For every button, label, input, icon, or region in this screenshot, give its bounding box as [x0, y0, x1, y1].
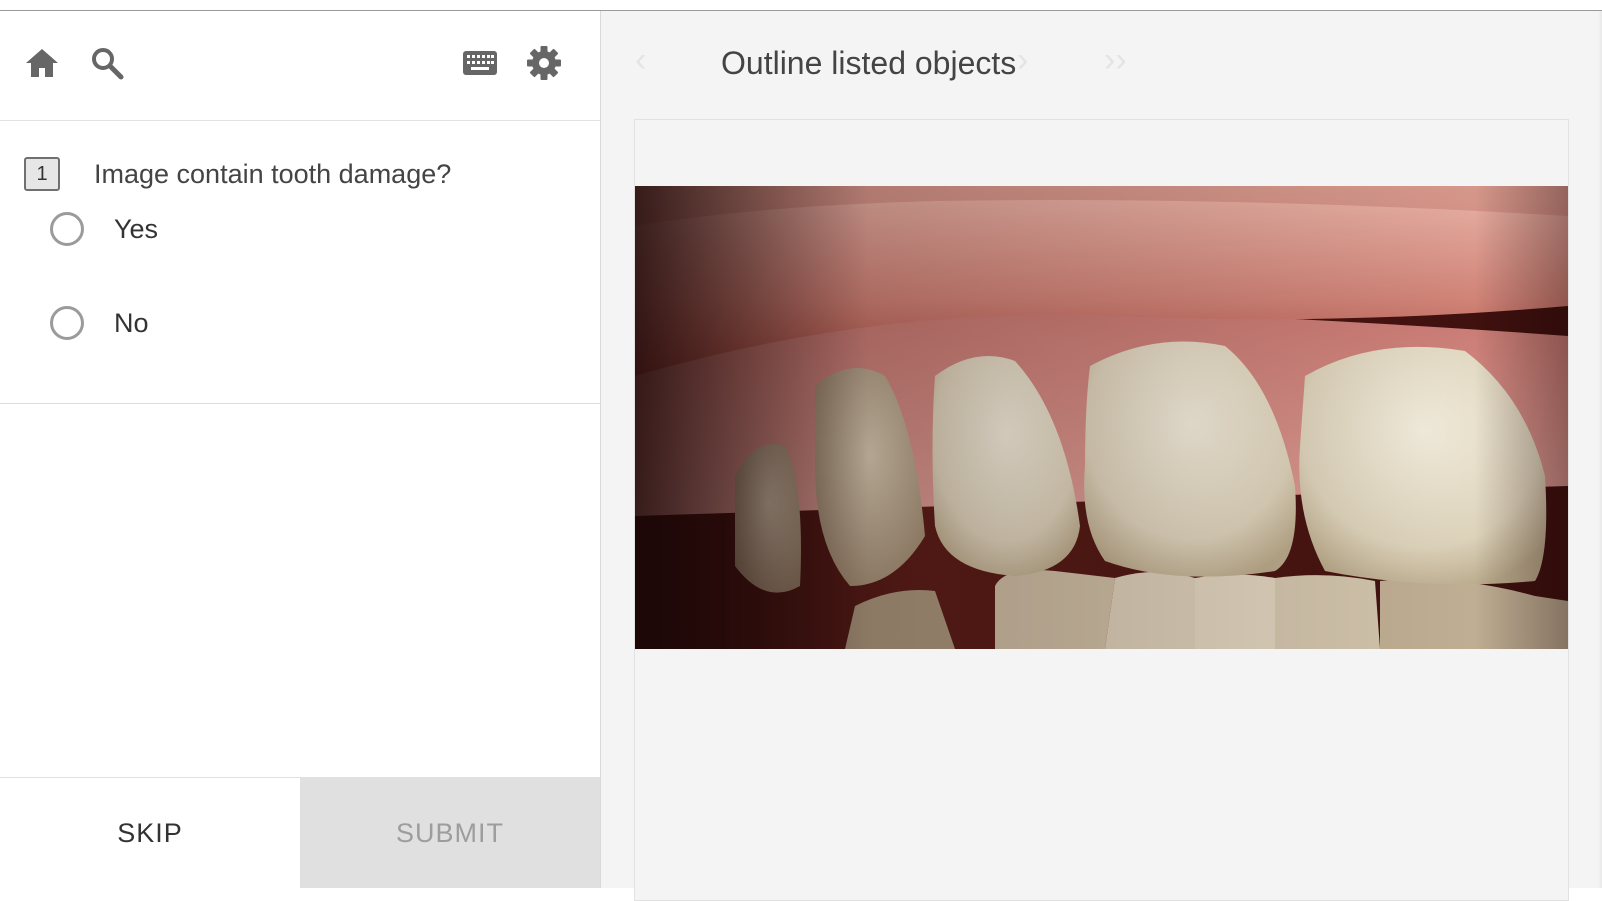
option-yes[interactable]: Yes — [50, 208, 158, 250]
question-number: 1 — [24, 157, 60, 191]
skip-button[interactable]: SKIP — [0, 778, 300, 888]
option-label: Yes — [114, 213, 159, 244]
home-icon[interactable] — [22, 43, 62, 83]
option-no[interactable]: No — [50, 302, 149, 344]
radio-no[interactable] — [50, 306, 84, 340]
toolbar — [0, 11, 600, 121]
search-icon[interactable] — [87, 43, 127, 83]
last-chevron-icon[interactable]: ›› — [1104, 41, 1127, 80]
question-block: 1 Image contain tooth damage? Yes No — [0, 121, 600, 404]
question-panel: 1 Image contain tooth damage? Yes No SKI… — [0, 11, 601, 888]
task-header: ‹ Outline listed objects › ›› — [601, 11, 1602, 117]
prev-chevron-icon[interactable]: ‹ — [635, 41, 646, 80]
gear-icon[interactable] — [524, 43, 564, 83]
keyboard-icon[interactable] — [460, 43, 500, 83]
scroll-edge — [1598, 11, 1602, 888]
action-bar: SKIP SUBMIT — [0, 777, 600, 888]
option-label: No — [114, 307, 149, 338]
annotation-canvas[interactable] — [634, 119, 1569, 901]
submit-button[interactable]: SUBMIT — [300, 778, 600, 888]
window-top-edge — [0, 0, 1602, 11]
next-chevron-icon[interactable]: › — [1017, 41, 1028, 80]
radio-yes[interactable] — [50, 212, 84, 246]
annotation-panel: ‹ Outline listed objects › ›› — [601, 11, 1602, 901]
question-text: Image contain tooth damage? — [94, 159, 452, 189]
teeth-image[interactable] — [635, 186, 1568, 649]
task-title: Outline listed objects — [721, 45, 1017, 81]
